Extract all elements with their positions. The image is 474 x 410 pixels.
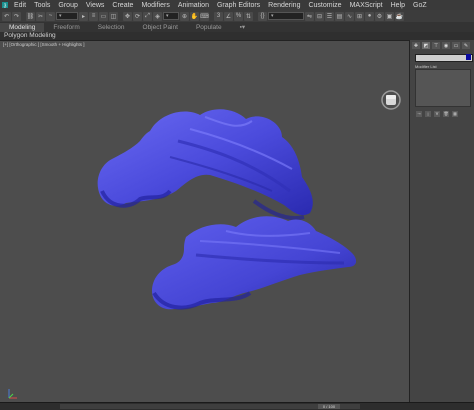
configure-modifier-sets-icon[interactable]: ▦ xyxy=(452,111,458,117)
manipulate-icon[interactable]: ✋ xyxy=(190,11,199,21)
command-panel-tabs: ✚ ◩ ⊤ ◉ ▭ ✎ xyxy=(412,42,470,49)
placement-icon[interactable]: ◈ xyxy=(153,11,162,21)
menu-bar: 3 Edit Tools Group Views Create Modifier… xyxy=(0,0,474,10)
rectangular-selection-icon[interactable]: ▭ xyxy=(99,11,108,21)
object-name-field[interactable] xyxy=(415,54,473,62)
menu-customize[interactable]: Customize xyxy=(304,2,345,9)
tab-object-paint[interactable]: Object Paint xyxy=(134,23,187,32)
motion-tab-icon[interactable]: ◉ xyxy=(442,42,450,49)
menu-graph-editors[interactable]: Graph Editors xyxy=(213,2,264,9)
mirror-icon[interactable]: ⇋ xyxy=(305,11,314,21)
tab-populate[interactable]: Populate xyxy=(187,23,231,32)
command-panel: ✚ ◩ ⊤ ◉ ▭ ✎ Modifier List ⊸ | ∀ 🗑 ▦ xyxy=(409,40,474,402)
undo-icon[interactable]: ↶ xyxy=(2,11,11,21)
select-by-name-icon[interactable]: ≡ xyxy=(89,11,98,21)
menu-views[interactable]: Views xyxy=(82,2,109,9)
ribbon-options-icon[interactable]: ▪▾ xyxy=(231,22,255,32)
rotate-icon[interactable]: ⟳ xyxy=(133,11,142,21)
render-production-icon[interactable]: ☕ xyxy=(395,11,404,21)
curve-editor-icon[interactable]: ∿ xyxy=(345,11,354,21)
menu-modifiers[interactable]: Modifiers xyxy=(137,2,173,9)
viewcube-icon[interactable] xyxy=(380,89,402,111)
select-object-icon[interactable]: ▸ xyxy=(79,11,88,21)
bind-space-warp-icon[interactable]: ~ xyxy=(46,11,55,21)
menu-help[interactable]: Help xyxy=(387,2,409,9)
spinner-snap-icon[interactable]: ⇅ xyxy=(244,11,253,21)
menu-create[interactable]: Create xyxy=(108,2,137,9)
move-icon[interactable]: ✥ xyxy=(123,11,132,21)
tab-modeling[interactable]: Modeling xyxy=(0,23,45,32)
ribbon-panel-polygon-modeling[interactable]: Polygon Modeling xyxy=(0,32,474,40)
tab-freeform[interactable]: Freeform xyxy=(44,23,88,32)
time-slider-thumb[interactable]: 0 / 100 xyxy=(318,404,340,409)
render-setup-icon[interactable]: ⚙ xyxy=(375,11,384,21)
svg-text:3: 3 xyxy=(4,3,7,9)
utilities-tab-icon[interactable]: ✎ xyxy=(462,42,470,49)
redo-icon[interactable]: ↷ xyxy=(12,11,21,21)
angle-snap-icon[interactable]: ∠ xyxy=(224,11,233,21)
display-tab-icon[interactable]: ▭ xyxy=(452,42,460,49)
show-end-result-icon[interactable]: | xyxy=(425,111,431,117)
reference-coordinate-dropdown[interactable]: ▾ xyxy=(163,12,179,20)
toggle-ribbon-icon[interactable]: ▤ xyxy=(335,11,344,21)
time-slider-bar: 0 / 100 xyxy=(0,402,474,410)
unlink-icon[interactable]: ✂ xyxy=(36,11,45,21)
schematic-view-icon[interactable]: ⊞ xyxy=(355,11,364,21)
menu-maxscript[interactable]: MAXScript xyxy=(346,2,387,9)
menu-edit[interactable]: Edit xyxy=(10,2,30,9)
tab-selection[interactable]: Selection xyxy=(89,23,134,32)
align-icon[interactable]: ⊟ xyxy=(315,11,324,21)
scene-canvas xyxy=(97,109,357,310)
modify-tab-icon[interactable]: ◩ xyxy=(422,42,430,49)
menu-tools[interactable]: Tools xyxy=(30,2,54,9)
modifier-stack-list[interactable] xyxy=(415,69,471,107)
create-tab-icon[interactable]: ✚ xyxy=(412,42,420,49)
stack-controls: ⊸ | ∀ 🗑 ▦ xyxy=(416,111,458,117)
pivot-center-icon[interactable]: ⊕ xyxy=(180,11,189,21)
menu-group[interactable]: Group xyxy=(54,2,81,9)
named-selection-dropdown[interactable]: ▾ xyxy=(268,12,304,20)
object-color-swatch[interactable] xyxy=(466,54,471,60)
menu-rendering[interactable]: Rendering xyxy=(264,2,304,9)
leaf-object-upper[interactable] xyxy=(97,109,313,220)
main-toolbar: ↶ ↷ ⛓ ✂ ~ ▾ ▸ ≡ ▭ ◫ ✥ ⟳ ⤢ ◈ ▾ ⊕ ✋ ⌨ 3 ∠ … xyxy=(0,10,474,22)
axis-tripod-icon xyxy=(8,389,17,399)
window-crossing-icon[interactable]: ◫ xyxy=(109,11,118,21)
edit-named-selection-icon[interactable]: {} xyxy=(258,11,267,21)
time-slider-track[interactable]: 0 / 100 xyxy=(60,404,360,409)
material-editor-icon[interactable]: ● xyxy=(365,11,374,21)
ribbon-tabs: Modeling Freeform Selection Object Paint… xyxy=(0,22,474,32)
perspective-viewport[interactable]: [+] [Orthographic ] [Smooth + Highlights… xyxy=(0,40,409,403)
scale-icon[interactable]: ⤢ xyxy=(143,11,152,21)
layer-explorer-icon[interactable]: ☰ xyxy=(325,11,334,21)
leaf-object-lower[interactable] xyxy=(152,216,357,310)
rendered-frame-window-icon[interactable]: ▣ xyxy=(385,11,394,21)
selection-filter-dropdown[interactable]: ▾ xyxy=(56,12,78,20)
app-logo-icon[interactable]: 3 xyxy=(0,0,10,10)
menu-goz[interactable]: GoZ xyxy=(409,2,431,9)
hierarchy-tab-icon[interactable]: ⊤ xyxy=(432,42,440,49)
menu-animation[interactable]: Animation xyxy=(174,2,213,9)
keyboard-shortcut-icon[interactable]: ⌨ xyxy=(200,11,209,21)
pin-stack-icon[interactable]: ⊸ xyxy=(416,111,422,117)
make-unique-icon[interactable]: ∀ xyxy=(434,111,440,117)
snap-toggle-icon[interactable]: 3 xyxy=(214,11,223,21)
link-icon[interactable]: ⛓ xyxy=(26,11,35,21)
remove-modifier-icon[interactable]: 🗑 xyxy=(443,111,449,117)
percent-snap-icon[interactable]: % xyxy=(234,11,243,21)
